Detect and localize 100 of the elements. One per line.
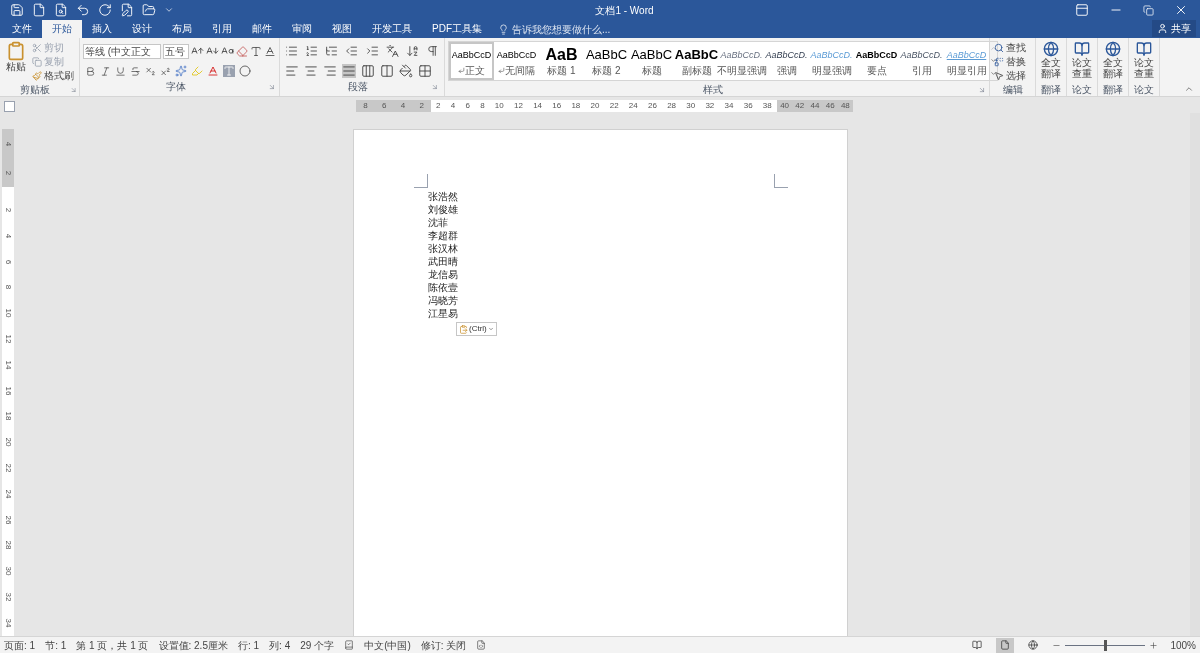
multilevel-list-icon[interactable]: [325, 44, 339, 58]
collapse-ribbon-icon[interactable]: [1184, 84, 1194, 94]
restore-icon[interactable]: [1143, 4, 1154, 16]
superscript-icon[interactable]: [160, 65, 171, 77]
strikethrough-icon[interactable]: [130, 65, 141, 77]
status-item[interactable]: 设置值: 2.5厘米: [158, 638, 228, 652]
text-effects-icon[interactable]: [175, 65, 187, 77]
translate-button[interactable]: 全文翻译: [1036, 41, 1066, 79]
subscript-icon[interactable]: [145, 65, 156, 77]
ribbon-tab[interactable]: 引用: [202, 20, 242, 38]
ribbon-tab[interactable]: 插入: [82, 20, 122, 38]
italic-icon[interactable]: [100, 65, 111, 77]
increase-indent-icon[interactable]: [365, 44, 379, 58]
format-painter-button[interactable]: 格式刷: [32, 69, 74, 82]
ribbon-tab[interactable]: 视图: [322, 20, 362, 38]
style-option[interactable]: AaBbCcD 正文: [449, 42, 494, 80]
style-option[interactable]: AaB 标题 1: [539, 42, 584, 80]
customize-caret-icon[interactable]: [164, 5, 174, 15]
ribbon-tab[interactable]: 布局: [162, 20, 202, 38]
lightbulb-icon[interactable]: [498, 23, 509, 35]
font-size-dropdown[interactable]: 五号: [163, 43, 189, 59]
language-status[interactable]: 中文(中国): [364, 638, 411, 652]
paper-check-button[interactable]: 论文查重: [1067, 41, 1097, 79]
status-item[interactable]: 页面: 1: [4, 638, 36, 652]
redo-icon[interactable]: [98, 3, 112, 17]
ribbon-tab[interactable]: 设计: [122, 20, 162, 38]
zoom-in-icon[interactable]: [1149, 640, 1159, 650]
status-item[interactable]: 29 个字: [300, 638, 335, 652]
find-button[interactable]: 查找: [994, 41, 1031, 54]
print-preview-icon[interactable]: [54, 3, 68, 17]
status-item[interactable]: 第 1 页，共 1 页: [76, 638, 149, 652]
ribbon-tab[interactable]: PDF工具集: [422, 20, 492, 38]
more-styles-icon[interactable]: [990, 70, 997, 78]
align-center-icon[interactable]: [304, 64, 318, 78]
style-option[interactable]: AaBbCcD 明显引用: [944, 42, 989, 80]
ruler-toggle[interactable]: [4, 100, 15, 112]
proofing-icon[interactable]: [344, 640, 355, 650]
status-item[interactable]: 行: 1: [237, 638, 260, 652]
bold-icon[interactable]: [85, 65, 96, 77]
decrease-indent-icon[interactable]: [345, 44, 359, 58]
chinese-layout-icon[interactable]: [385, 44, 399, 58]
underline-icon[interactable]: [115, 65, 126, 77]
select-button[interactable]: 选择: [994, 69, 1031, 82]
font-color-icon[interactable]: [207, 65, 219, 77]
style-option[interactable]: AaBbCcD 无间隔: [494, 42, 539, 80]
paper-check-button[interactable]: 论文查重: [1129, 41, 1159, 79]
style-option[interactable]: AaBbCcD. 引用: [899, 42, 944, 80]
dialog-launcher-icon[interactable]: [431, 83, 439, 91]
numbering-icon[interactable]: [305, 44, 319, 58]
status-item[interactable]: 节: 1: [45, 638, 67, 652]
distributed-icon[interactable]: [361, 64, 375, 78]
ribbon-tab[interactable]: 开始: [42, 20, 82, 38]
replace-button[interactable]: 替换: [994, 55, 1031, 68]
style-option[interactable]: AaBbCcD. 不明显强调: [719, 42, 764, 80]
scrollbar[interactable]: [1190, 113, 1200, 636]
ribbon-display-icon[interactable]: [1075, 3, 1089, 17]
ribbon-tab[interactable]: 审阅: [282, 20, 322, 38]
style-option[interactable]: AaBbC 标题: [629, 42, 674, 80]
align-left-icon[interactable]: [285, 64, 299, 78]
ribbon-tab[interactable]: 开发工具: [362, 20, 422, 38]
font-name-dropdown[interactable]: 等线 (中文正文: [83, 43, 161, 59]
character-border-icon[interactable]: [263, 44, 276, 58]
track-changes-status[interactable]: 修订: 关闭: [420, 638, 467, 652]
translate-button[interactable]: 全文翻译: [1098, 41, 1128, 79]
group-label: 样式: [703, 84, 724, 96]
new-document-icon[interactable]: [32, 3, 46, 17]
borders-icon[interactable]: [418, 64, 432, 78]
align-right-icon[interactable]: [323, 64, 337, 78]
zoom-level[interactable]: 100%: [1170, 638, 1196, 652]
zoom-slider[interactable]: [1065, 639, 1146, 651]
save-icon[interactable]: [10, 3, 24, 17]
view-button[interactable]: [996, 637, 1015, 653]
paragraph-mark-icon[interactable]: [425, 44, 439, 58]
paste-options-button[interactable]: (Ctrl): [456, 322, 497, 336]
text-line: 龙信易: [428, 268, 458, 281]
line-spacing-icon[interactable]: [380, 64, 394, 78]
ribbon-tab[interactable]: 文件: [2, 20, 42, 38]
shading-icon[interactable]: [399, 64, 413, 78]
scroll-down-icon[interactable]: [990, 57, 997, 65]
ribbon-tab[interactable]: 邮件: [242, 20, 282, 38]
tell-me-field[interactable]: 告诉我您想要做什么...: [512, 21, 662, 37]
undo-icon[interactable]: [76, 3, 90, 17]
gallery-scrollbar[interactable]: [990, 41, 998, 81]
macro-icon[interactable]: [476, 640, 487, 650]
scroll-up-icon[interactable]: [990, 44, 997, 52]
status-item[interactable]: 列: 4: [269, 638, 291, 652]
folder-icon[interactable]: [142, 3, 156, 17]
style-option[interactable]: AaBbC 标题 2: [584, 42, 629, 80]
justify-icon[interactable]: [342, 64, 356, 78]
style-option[interactable]: AaBbCcD 要点: [854, 42, 899, 80]
bullets-icon[interactable]: [285, 44, 299, 58]
share-button[interactable]: 共享: [1152, 20, 1196, 37]
paste-button[interactable]: 粘贴: [3, 41, 29, 84]
enclose-character-icon[interactable]: [239, 65, 251, 77]
close-icon[interactable]: [1174, 3, 1188, 17]
phonetic-guide-icon[interactable]: [249, 44, 262, 58]
style-option[interactable]: AaBbCcD. 明显强调: [809, 42, 854, 80]
sort-icon[interactable]: [405, 44, 419, 58]
zoom-thumb[interactable]: [1104, 639, 1108, 651]
edit-document-icon[interactable]: [120, 3, 134, 17]
